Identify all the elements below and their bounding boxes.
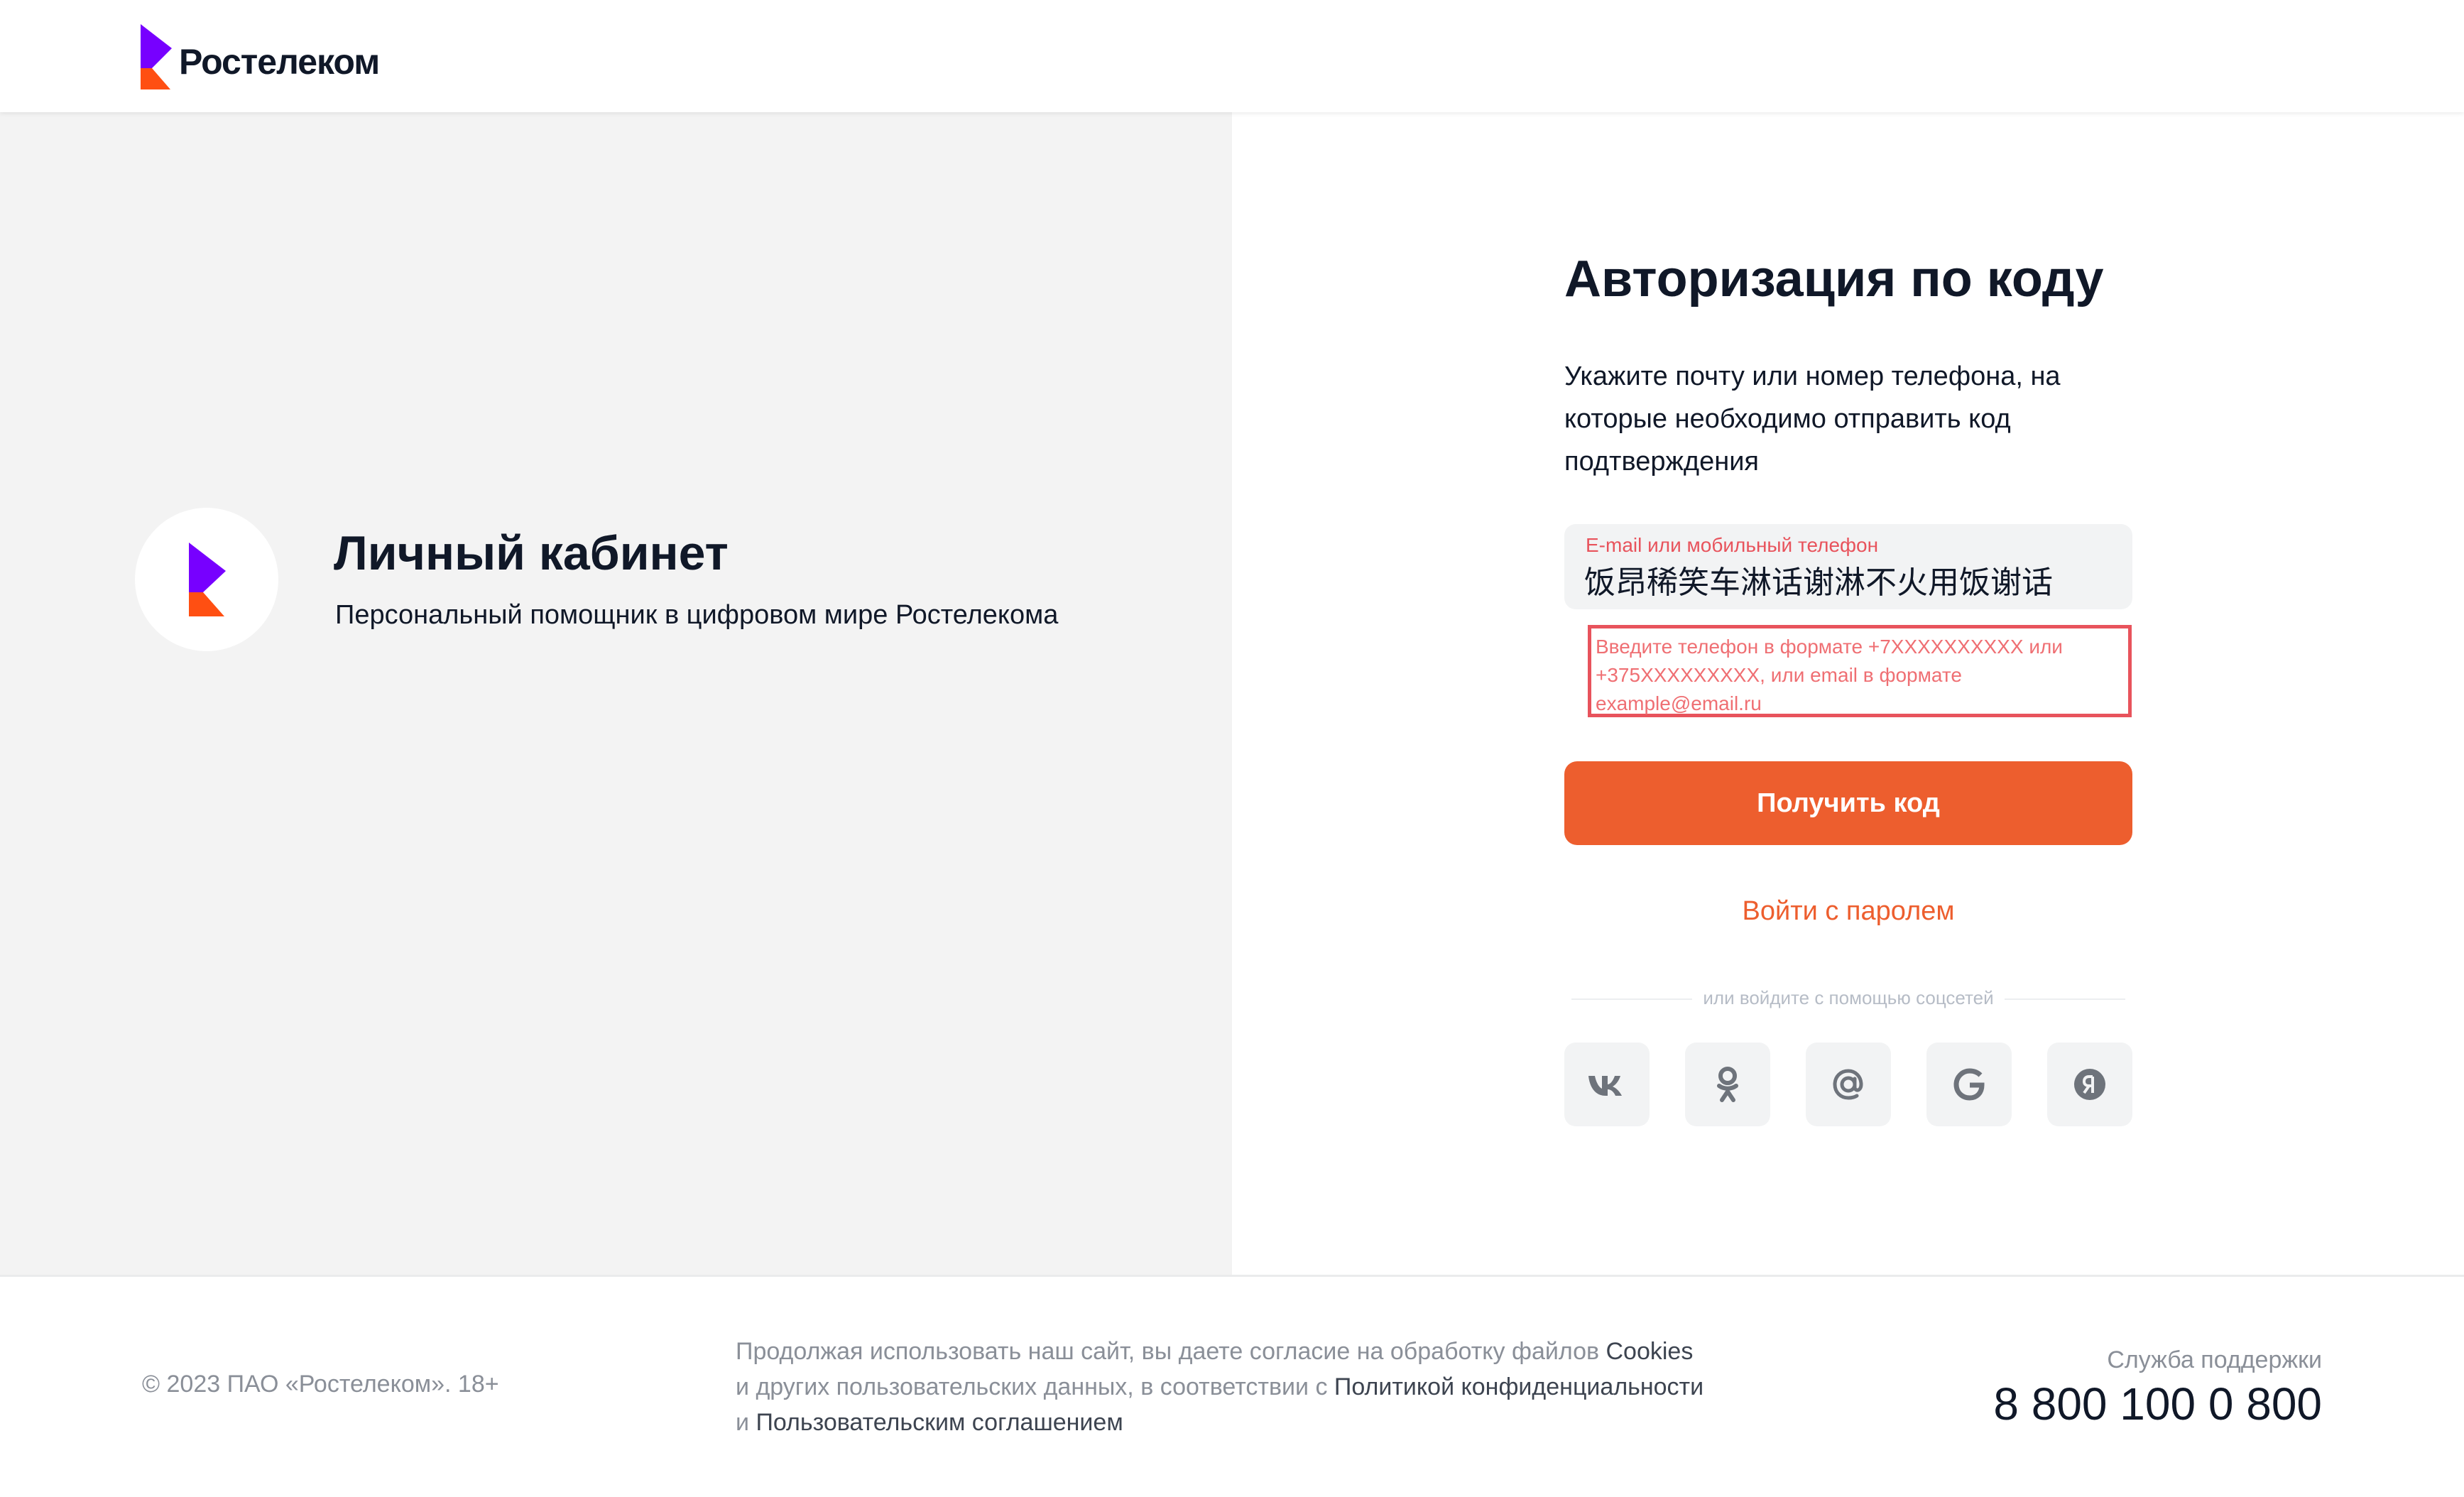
validation-error: Введите телефон в формате +7XXXXXXXXXX и… — [1588, 625, 2132, 717]
promo-subtitle: Персональный помощник в цифровом мире Ро… — [335, 600, 1059, 630]
rostelecom-logo-icon — [189, 543, 226, 616]
promo-panel — [0, 112, 1232, 1275]
validation-error-text: Введите телефон в формате +7XXXXXXXXXX и… — [1596, 636, 2063, 714]
logo[interactable]: Ростелеком — [141, 24, 380, 89]
vk-icon — [1588, 1076, 1622, 1096]
copyright: © 2023 ПАО «Ростелеком». 18+ — [142, 1371, 499, 1398]
mail-ru-login-button[interactable] — [1806, 1043, 1891, 1126]
yandex-login-button[interactable] — [2047, 1043, 2132, 1126]
legal-notice: Продолжая использовать наш сайт, вы дает… — [736, 1334, 1758, 1440]
divider-line — [2005, 998, 2125, 1000]
login-with-password-link[interactable]: Войти с паролем — [1564, 896, 2132, 927]
google-icon — [1953, 1068, 1985, 1101]
auth-description: Укажите почту или номер телефона, на кот… — [1564, 361, 2061, 477]
google-login-button[interactable] — [1926, 1043, 2012, 1126]
login-input[interactable] — [1584, 561, 2110, 597]
promo-title: Личный кабинет — [334, 526, 729, 580]
login-field[interactable]: E-mail или мобильный телефон — [1564, 524, 2132, 609]
header: Ростелеком — [0, 0, 2464, 112]
rostelecom-logo-icon — [141, 24, 172, 89]
social-divider: или войдите с помощью соцсетей — [1564, 987, 2132, 1008]
vk-login-button[interactable] — [1564, 1043, 1650, 1126]
legal-text: и — [736, 1409, 756, 1436]
ok-login-button[interactable] — [1685, 1043, 1770, 1126]
cookies-link[interactable]: Cookies — [1606, 1338, 1694, 1365]
auth-title: Авторизация по коду — [1564, 251, 2104, 307]
brand-avatar — [135, 508, 278, 651]
privacy-policy-link[interactable]: Политикой конфиденциальности — [1334, 1373, 1703, 1400]
social-login-buttons — [1564, 1043, 2132, 1126]
brand-name: Ростелеком — [179, 42, 380, 82]
support-label: Служба поддержки — [2107, 1346, 2322, 1373]
page: Ростелеком Личный кабинет Персональный п… — [0, 0, 2464, 1497]
legal-text: и других пользовательских данных, в соот… — [736, 1373, 1334, 1400]
terms-link[interactable]: Пользовательским соглашением — [756, 1409, 1123, 1436]
ok-icon — [1717, 1067, 1738, 1102]
legal-text: Продолжая использовать наш сайт, вы дает… — [736, 1338, 1606, 1365]
support-phone-link[interactable]: 8 800 100 0 800 — [1846, 1378, 2322, 1430]
yandex-icon — [2074, 1069, 2105, 1100]
mail-ru-icon — [1833, 1069, 1863, 1100]
get-code-button[interactable]: Получить код — [1564, 761, 2132, 845]
login-field-label: E-mail или мобильный телефон — [1586, 534, 1879, 556]
